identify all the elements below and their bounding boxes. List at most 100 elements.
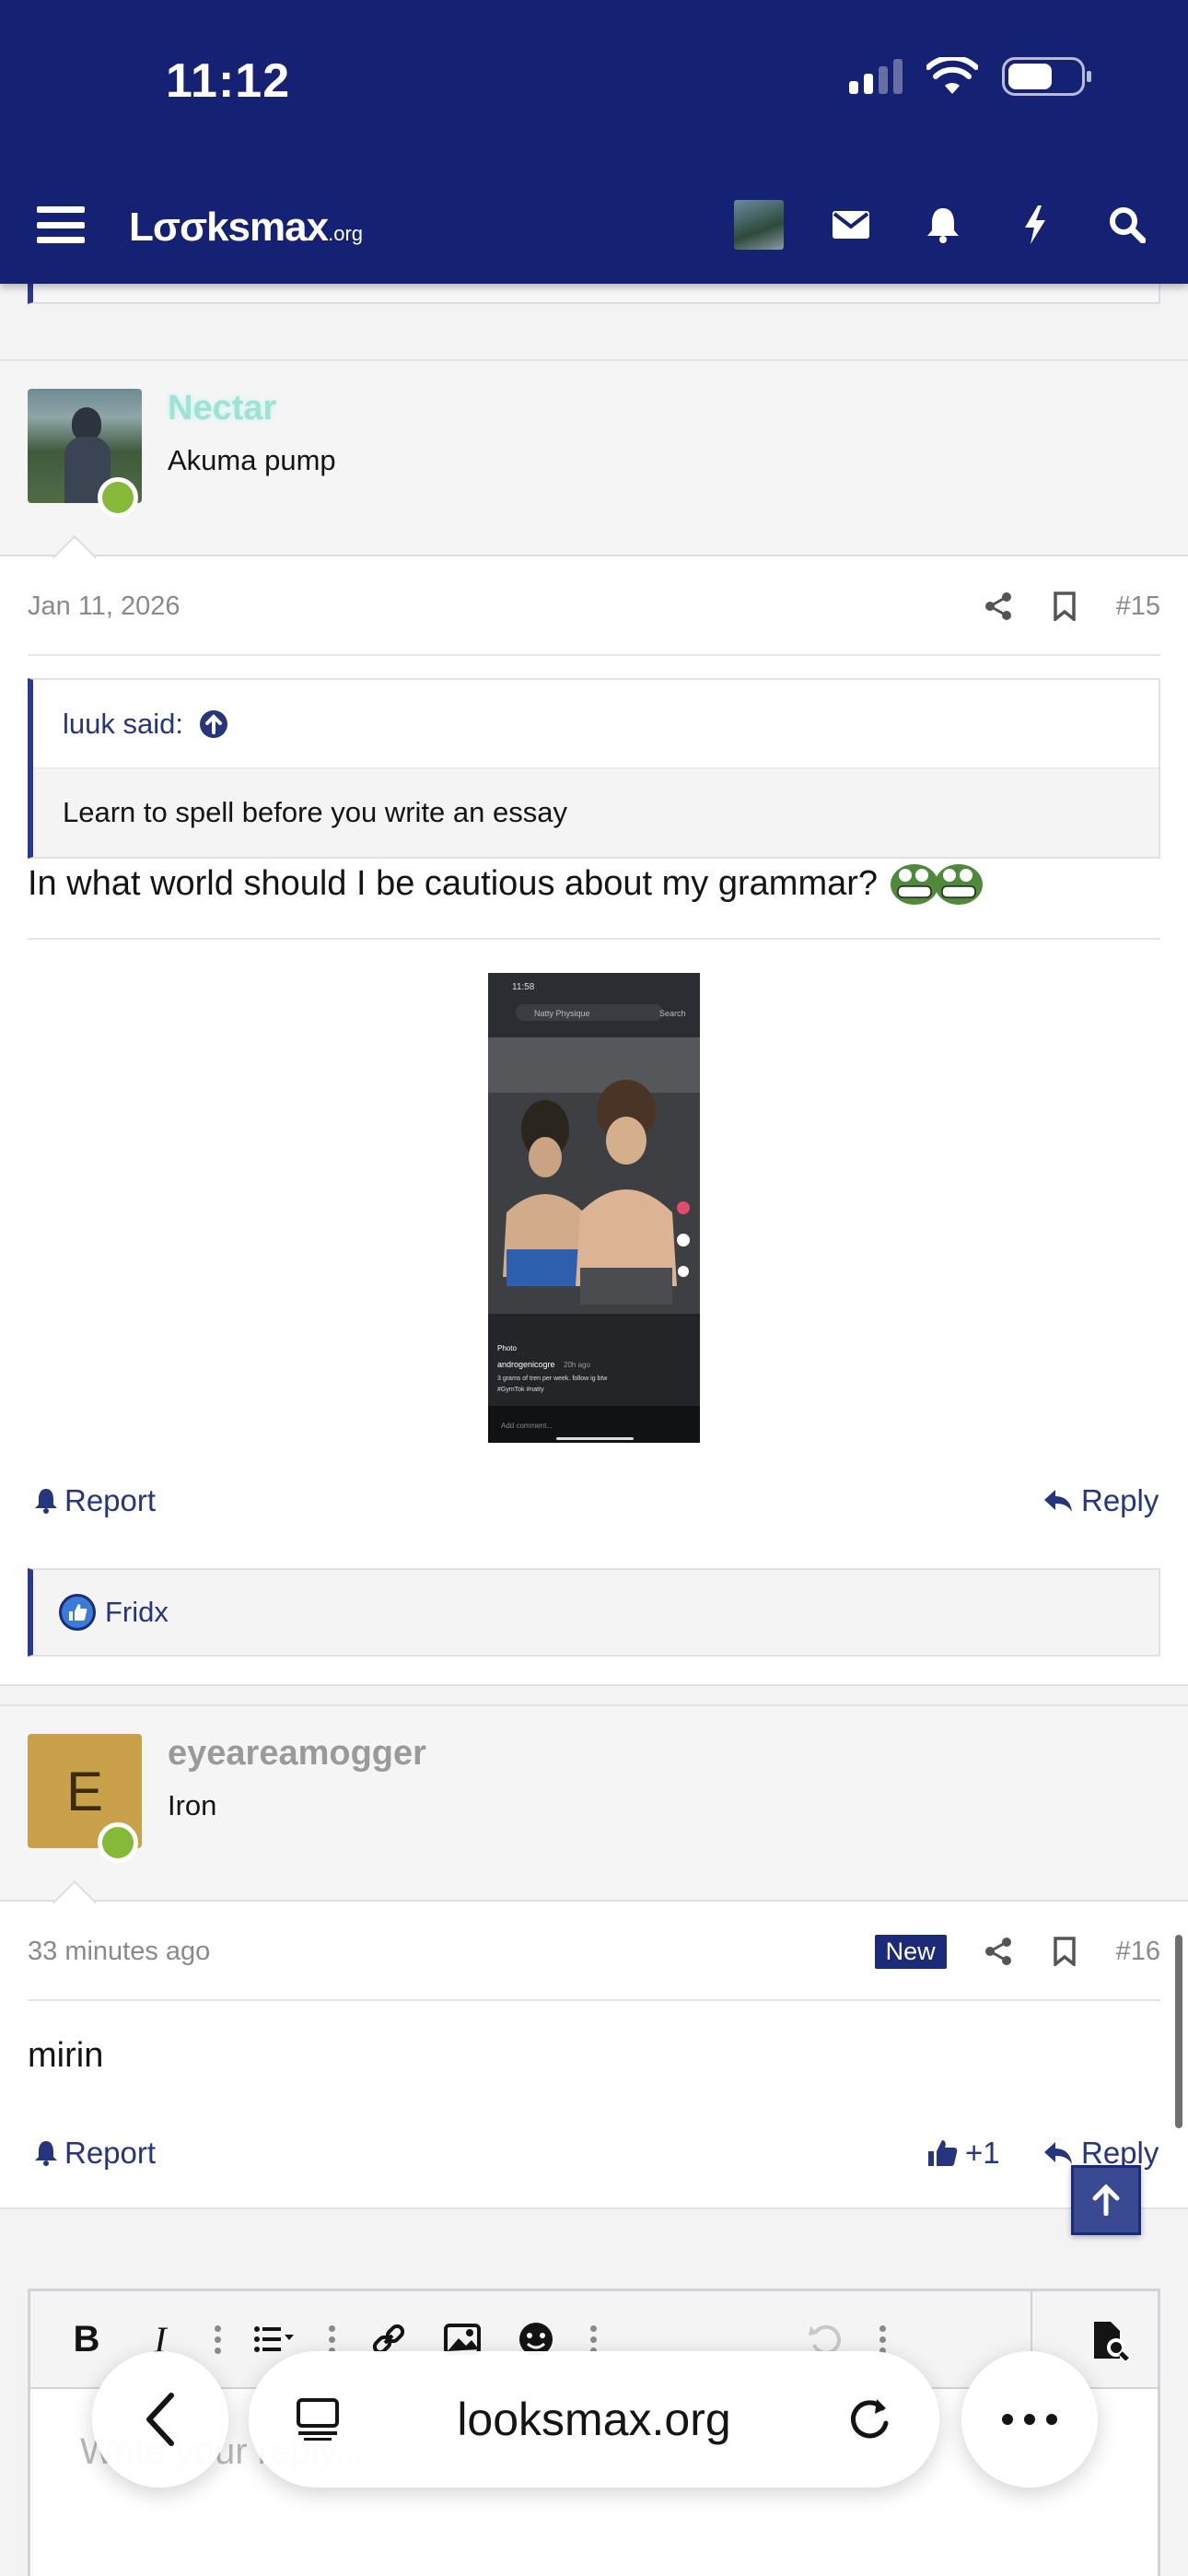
reply-button[interactable]: Reply xyxy=(1042,1483,1159,1518)
reply-icon xyxy=(1044,1490,1072,1512)
preview-button[interactable] xyxy=(1089,2319,1132,2361)
account-avatar-button[interactable] xyxy=(731,197,786,252)
post-number[interactable]: #16 xyxy=(1116,1937,1160,1967)
inbox-button[interactable] xyxy=(823,197,879,252)
post-number[interactable]: #15 xyxy=(1116,591,1160,622)
battery-icon xyxy=(1002,57,1091,96)
post-meta: Jan 11, 2026 #15 xyxy=(28,558,1160,656)
chevron-left-icon xyxy=(146,2393,174,2446)
browser-more-button[interactable] xyxy=(961,2351,1098,2488)
post-message: mirin xyxy=(28,2036,103,2076)
status-time: 11:12 xyxy=(166,54,291,108)
reply-icon xyxy=(1044,2142,1072,2164)
logo-suffix: .org xyxy=(328,222,364,245)
post-image-attachment[interactable]: 11:58 Natty Physique Search Photo androg… xyxy=(488,973,700,1443)
like-button[interactable]: +1 xyxy=(926,2136,1000,2171)
document-search-icon xyxy=(1094,2322,1129,2360)
more-text-options-icon[interactable] xyxy=(213,2324,222,2354)
reaction-user[interactable]: Fridx xyxy=(105,1596,169,1629)
quote-author: luuk said: xyxy=(63,707,183,740)
message-text: mirin xyxy=(28,2036,104,2075)
bookmark-button[interactable] xyxy=(1050,591,1079,621)
post-date[interactable]: 33 minutes ago xyxy=(28,1937,210,1967)
site-header: Lσσksmax.org xyxy=(0,175,1188,284)
share-button[interactable] xyxy=(984,591,1013,621)
shot-hashtags: #GymTok #natty xyxy=(497,1387,544,1393)
bell-icon xyxy=(35,2141,57,2166)
avatar xyxy=(734,200,784,250)
reactions-bar[interactable]: Fridx xyxy=(28,1568,1160,1657)
report-button[interactable]: Report xyxy=(35,2136,156,2171)
bell-icon xyxy=(35,1489,57,1514)
arrow-up-circle-icon xyxy=(199,709,227,738)
share-button[interactable] xyxy=(984,1937,1013,1966)
whats-new-button[interactable] xyxy=(1007,197,1063,252)
bookmark-icon xyxy=(1053,591,1076,621)
post-meta: 33 minutes ago New #16 xyxy=(28,1903,1160,2001)
post-meta-actions: #15 xyxy=(984,591,1160,622)
search-icon xyxy=(1110,207,1146,243)
new-badge: New xyxy=(874,1934,947,1969)
post-meta-actions: New #16 xyxy=(874,1934,1160,1969)
shot-search: Natty Physique xyxy=(534,1009,590,1018)
more-paragraph-options-icon[interactable] xyxy=(327,2324,336,2354)
post-15: Nectar Akuma pump Jan 11, 2026 #15 luuk … xyxy=(0,359,1188,1686)
message-text: In what world should I be cautious about… xyxy=(28,863,879,903)
alerts-button[interactable] xyxy=(915,197,971,252)
post-message: In what world should I be cautious about… xyxy=(28,861,984,907)
browser-back-button[interactable] xyxy=(92,2351,228,2488)
reload-icon[interactable] xyxy=(847,2395,893,2443)
divider xyxy=(28,938,1160,940)
bold-button[interactable]: B xyxy=(65,2318,108,2360)
tabs-icon[interactable] xyxy=(295,2396,341,2442)
pepe-emoji-icon xyxy=(891,864,984,905)
scroll-to-top-button[interactable] xyxy=(1071,2165,1141,2235)
bookmark-button[interactable] xyxy=(1050,1937,1079,1966)
status-icons xyxy=(849,57,1091,96)
browser-address-bar[interactable]: looksmax.org xyxy=(249,2351,939,2488)
more-insert-options-icon[interactable] xyxy=(588,2324,598,2354)
post-16: E eyeareamogger Iron 33 minutes ago New … xyxy=(0,1704,1188,2209)
status-bar: 11:12 xyxy=(0,0,1188,175)
quote-header[interactable]: luuk said: xyxy=(33,680,1159,768)
share-icon xyxy=(984,1938,1011,1965)
shot-ago: 20h ago xyxy=(564,1361,590,1369)
report-label: Report xyxy=(64,1483,157,1517)
shot-time: 11:58 xyxy=(512,982,535,992)
url-text[interactable]: looksmax.org xyxy=(457,2393,730,2446)
report-button[interactable]: Report xyxy=(35,1483,156,1518)
reply-label: Reply xyxy=(1081,1483,1159,1517)
shot-photo-label: Photo xyxy=(497,1344,517,1352)
quote-text: Learn to spell before you write an essay xyxy=(63,796,567,828)
scrollbar[interactable] xyxy=(1175,1935,1182,2128)
site-logo[interactable]: Lσσksmax.org xyxy=(129,205,363,251)
bolt-icon xyxy=(1025,205,1045,244)
more-editor-options-icon[interactable] xyxy=(878,2324,887,2354)
envelope-icon xyxy=(833,211,869,239)
username[interactable]: eyeareamogger xyxy=(168,1734,426,1774)
header-icons xyxy=(731,197,1155,252)
post-user-info: E eyeareamogger Iron xyxy=(0,1706,1188,1926)
user-title: Iron xyxy=(168,1789,217,1821)
shot-author: androgenicogre xyxy=(497,1360,555,1369)
like-count: +1 xyxy=(965,2136,1000,2170)
shot-search-button: Search xyxy=(659,1009,686,1018)
search-button[interactable] xyxy=(1100,197,1155,252)
tiktok-screenshot: 11:58 Natty Physique Search Photo androg… xyxy=(488,973,700,1443)
previous-post-reactions xyxy=(28,284,1160,304)
online-indicator xyxy=(98,477,138,518)
menu-icon[interactable] xyxy=(37,201,85,249)
logo-text: Lσσksmax xyxy=(129,205,329,250)
image-icon xyxy=(444,2324,481,2355)
quote-block: luuk said: Learn to spell before you wri… xyxy=(28,678,1160,859)
username[interactable]: Nectar xyxy=(168,389,276,428)
wifi-icon xyxy=(926,57,978,94)
user-title: Akuma pump xyxy=(168,444,336,476)
list-button[interactable] xyxy=(253,2318,296,2360)
like-icon xyxy=(59,1594,96,1631)
online-indicator xyxy=(98,1822,138,1863)
ellipsis-icon xyxy=(1002,2414,1057,2425)
post-date[interactable]: Jan 11, 2026 xyxy=(28,591,181,622)
thumbs-up-icon xyxy=(928,2140,958,2166)
bell-icon xyxy=(927,208,959,243)
